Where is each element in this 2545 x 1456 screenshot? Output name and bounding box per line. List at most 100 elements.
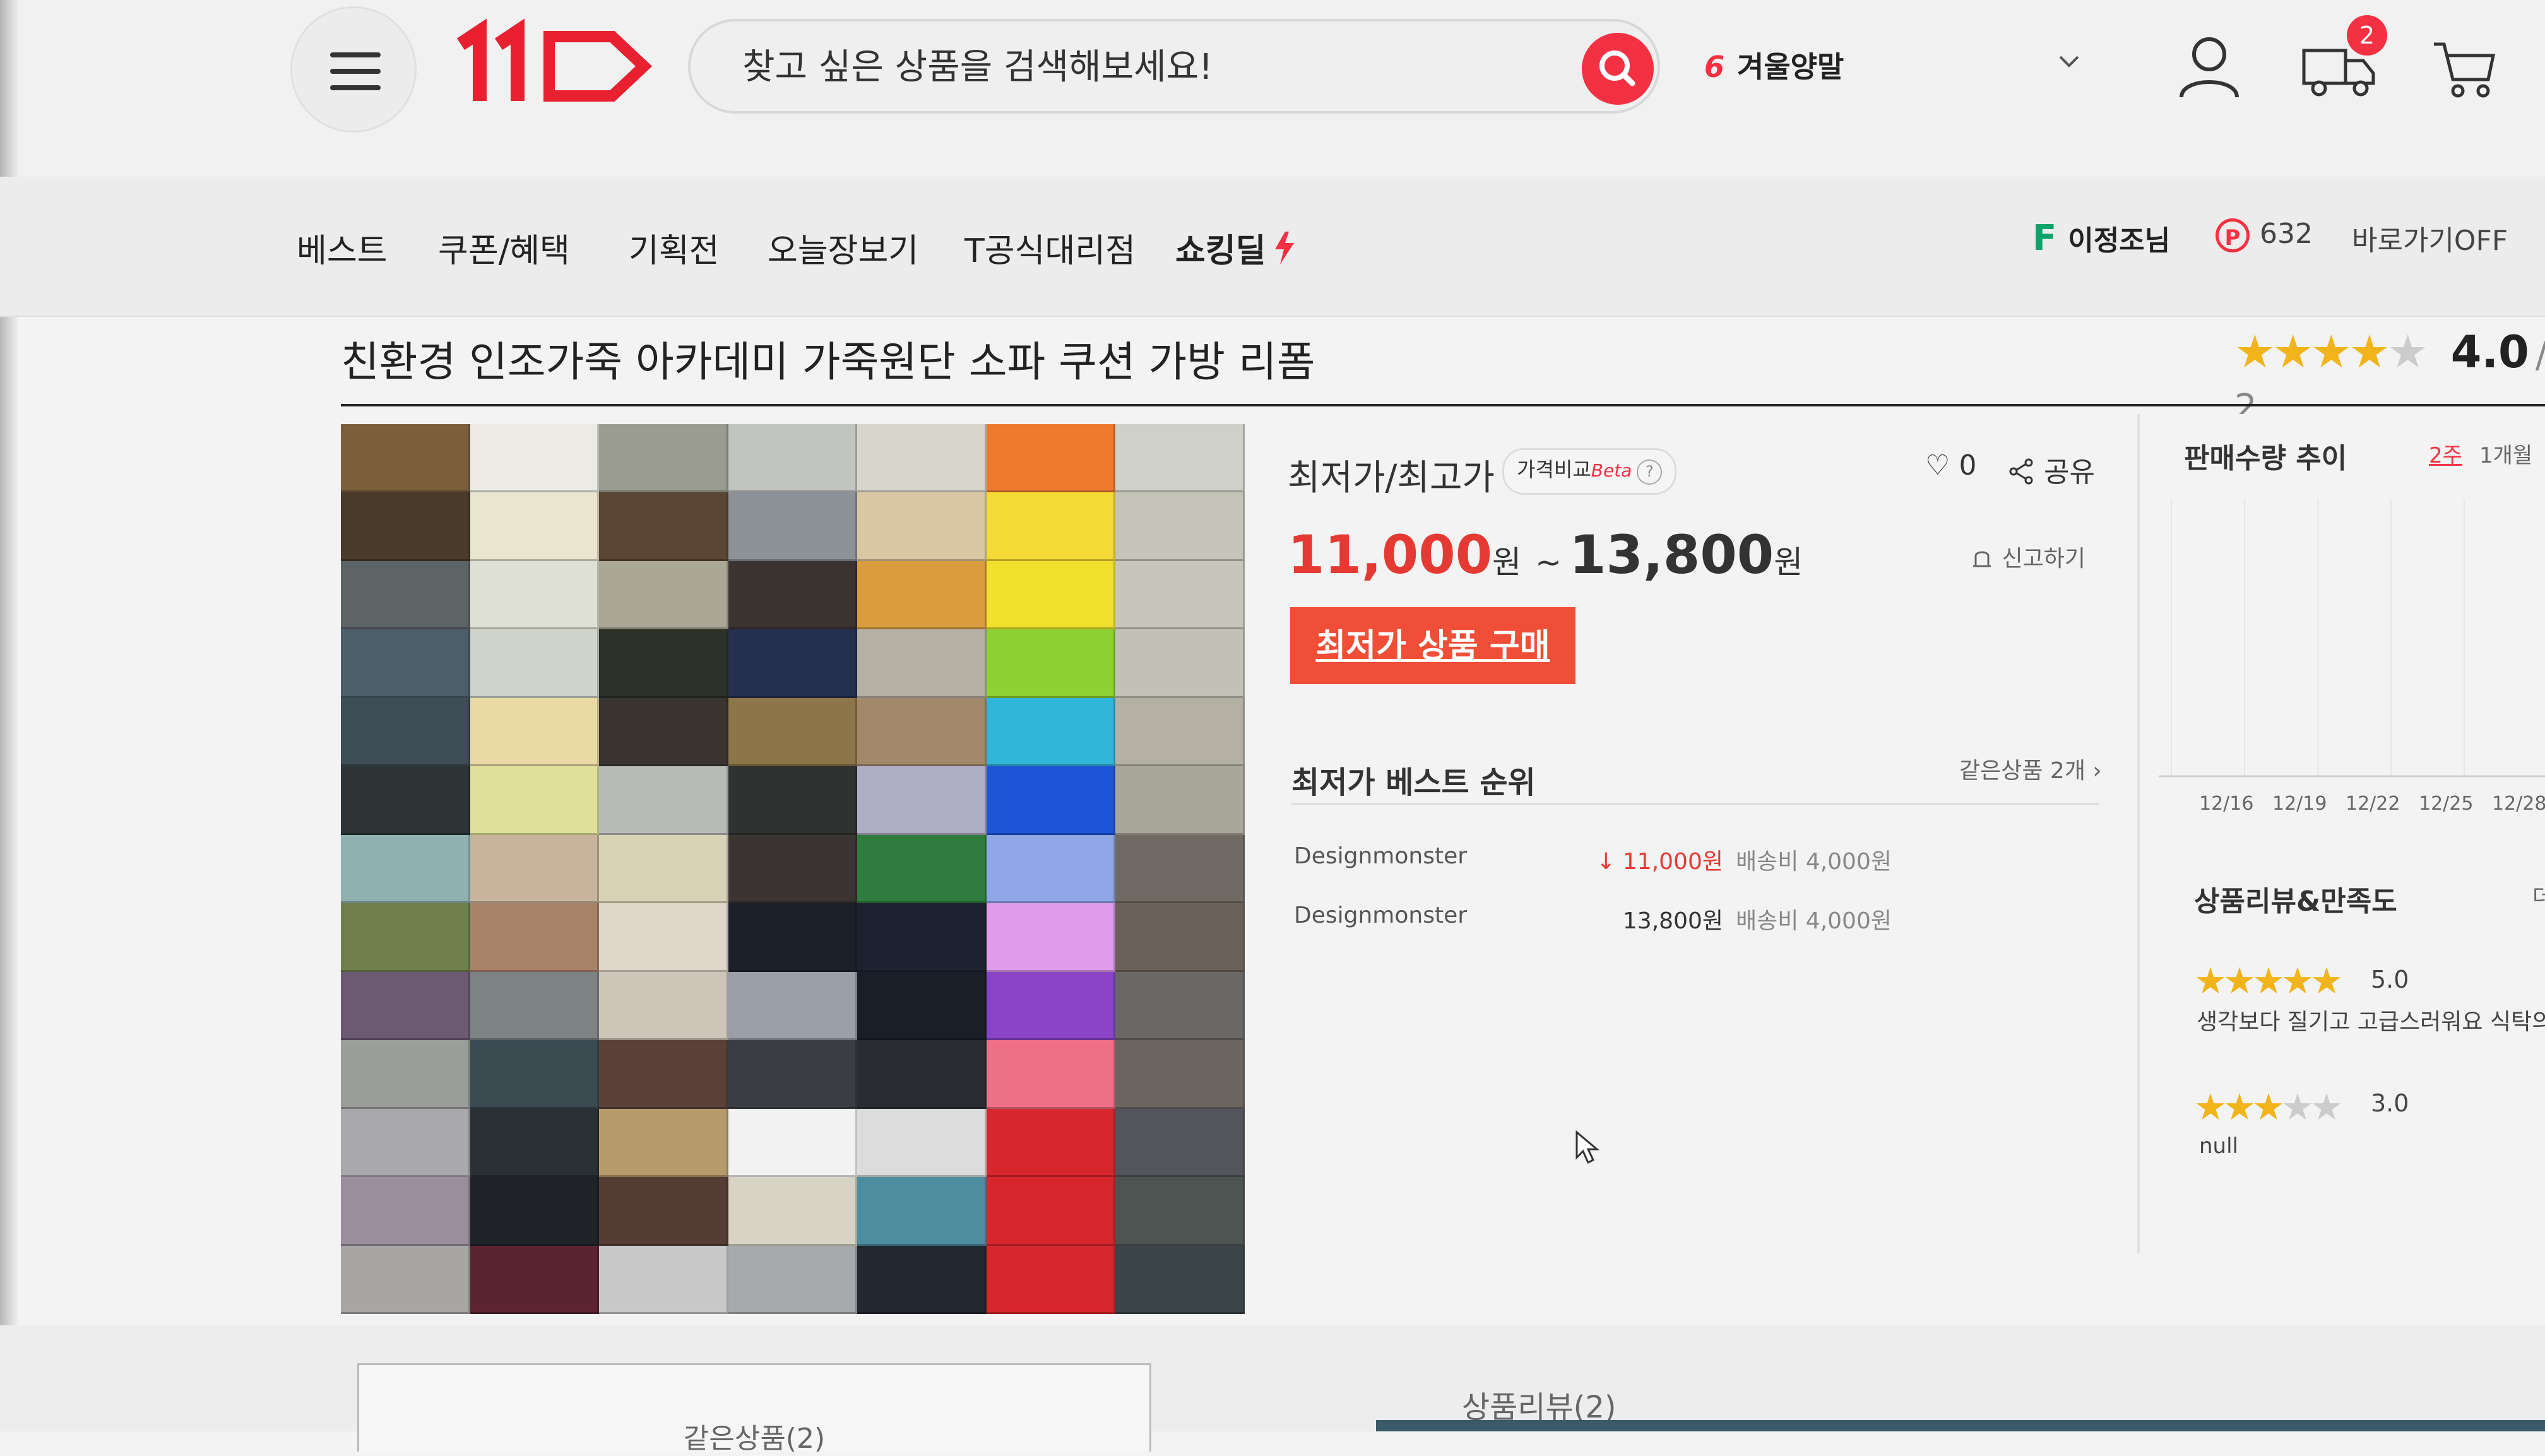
leather-swatch <box>1115 971 1245 1041</box>
product-image[interactable] <box>341 424 1245 1315</box>
leather-swatch <box>857 1177 987 1246</box>
swatch-column <box>986 424 1116 1315</box>
seller-price: ↓ 11,000원 <box>1596 849 1723 875</box>
leather-swatch <box>986 1245 1116 1315</box>
leather-swatch <box>857 1040 987 1109</box>
leather-swatch <box>599 629 728 698</box>
period-2-weeks[interactable]: 2주 <box>2429 438 2462 469</box>
currency-won: 원 <box>1492 544 1522 581</box>
leather-swatch <box>470 492 600 561</box>
nav-shocking-deal[interactable]: 쇼킹딜 <box>1175 224 1302 271</box>
leather-swatch <box>986 834 1116 904</box>
leather-swatch <box>728 971 858 1041</box>
f-grade-icon: F <box>2032 218 2057 259</box>
leather-swatch <box>728 424 858 493</box>
review-more-link[interactable]: 더 <box>2532 880 2545 911</box>
leather-swatch <box>341 766 470 835</box>
leather-swatch <box>728 766 858 835</box>
leather-swatch <box>341 971 470 1041</box>
mouse-cursor-icon <box>1575 1130 1600 1164</box>
beta-label: Beta <box>1591 460 1632 481</box>
leather-swatch <box>986 1108 1116 1178</box>
chart-date-label: 12/16 <box>2199 793 2254 815</box>
same-products-link[interactable]: 같은상품 2개 › <box>1959 752 2102 785</box>
menu-button[interactable] <box>290 6 417 133</box>
report-label: 신고하기 <box>2002 546 2085 572</box>
leather-swatch <box>599 697 728 767</box>
trending-keyword[interactable]: 6 겨울양말 <box>1704 44 1844 86</box>
nav-best[interactable]: 베스트 <box>297 224 388 271</box>
leather-swatch <box>1115 834 1245 904</box>
nav-coupon[interactable]: 쿠폰/혜택 <box>438 224 570 271</box>
report-button[interactable]: 신고하기 <box>1969 540 2085 573</box>
help-icon[interactable]: ? <box>1637 459 1663 485</box>
leather-swatch <box>857 766 987 835</box>
chart-date-label: 12/22 <box>2346 793 2400 815</box>
swatch-column <box>1115 424 1245 1315</box>
leather-swatch <box>728 903 858 972</box>
leather-swatch <box>341 834 470 904</box>
leather-swatch <box>857 560 987 630</box>
leather-swatch <box>986 424 1116 493</box>
share-button[interactable]: 공유 <box>2007 449 2095 490</box>
leather-swatch <box>341 697 470 767</box>
price-compare-badge[interactable]: 가격비교Beta? <box>1502 448 1677 495</box>
tab-same-products[interactable]: 같은상품(2) <box>357 1363 1151 1455</box>
like-button[interactable]: ♡ 0 <box>1925 449 1976 482</box>
price-compare-label: 가격비교 <box>1517 458 1591 482</box>
buy-lowest-price-button[interactable]: 최저가 상품 구매 <box>1290 607 1575 684</box>
leather-swatch <box>599 492 728 561</box>
best-ranking-divider <box>1291 803 2099 805</box>
cart-icon[interactable] <box>2430 35 2500 105</box>
leather-swatch <box>599 1040 728 1109</box>
product-title: 친환경 인조가죽 아카데미 가죽원단 소파 쿠션 가방 리폼 <box>341 338 1315 386</box>
nav-t-store[interactable]: T공식대리점 <box>964 224 1136 271</box>
user-icon[interactable] <box>2171 32 2247 101</box>
leather-swatch <box>857 834 987 904</box>
leather-swatch <box>1115 1108 1245 1178</box>
review-text[interactable]: 생각보다 질기고 고급스러워요 식탁의자 <box>2197 1003 2545 1036</box>
leather-swatch <box>470 766 600 835</box>
swatch-column <box>341 424 470 1315</box>
leather-swatch <box>1115 1245 1245 1315</box>
leather-swatch <box>986 560 1116 630</box>
review-text[interactable]: null <box>2199 1133 2238 1159</box>
leather-swatch <box>470 1177 600 1246</box>
leather-swatch <box>728 697 858 767</box>
user-name: 이정조님 <box>2068 225 2171 257</box>
seller-row[interactable]: Designmonster ↓ 11,000원 배송비 4,000원 <box>1294 843 2096 894</box>
leather-swatch <box>341 1177 470 1246</box>
leather-swatch <box>1115 492 1245 561</box>
seller-row[interactable]: Designmonster 13,800원 배송비 4,000원 <box>1294 903 2096 953</box>
shortcut-toggle[interactable]: 바로가기OFF <box>2352 218 2508 258</box>
review-stars: ★★★★★ <box>2194 959 2343 1002</box>
leather-swatch <box>728 492 858 561</box>
leather-swatch <box>986 492 1116 561</box>
chevron-down-icon[interactable] <box>2056 52 2082 71</box>
site-logo[interactable] <box>454 19 656 114</box>
swatch-column <box>599 424 728 1315</box>
leather-swatch <box>857 492 987 561</box>
search-button[interactable] <box>1582 33 1654 105</box>
delivery-count-badge: 2 <box>2347 15 2387 56</box>
user-greeting[interactable]: F 이정조님 <box>2032 218 2170 259</box>
seller-name[interactable]: Designmonster <box>1294 843 1467 869</box>
leather-swatch <box>986 766 1116 835</box>
points-value: 632 <box>2260 218 2313 250</box>
leather-swatch <box>728 560 858 630</box>
price-range: 11,000원 ~13,800원 <box>1288 524 1809 586</box>
nav-exhibition[interactable]: 기획전 <box>629 224 720 271</box>
nav-grocery[interactable]: 오늘장보기 <box>768 224 918 271</box>
search-input[interactable] <box>741 21 1564 112</box>
chart-date-label: 12/19 <box>2272 793 2327 815</box>
leather-swatch <box>470 1040 600 1109</box>
points[interactable]: P 632 <box>2216 218 2313 252</box>
period-1-month[interactable]: 1개월 <box>2479 438 2532 469</box>
leather-swatch <box>341 1040 470 1109</box>
leather-swatch <box>599 971 728 1041</box>
leather-swatch <box>857 697 987 767</box>
seller-name[interactable]: Designmonster <box>1294 903 1467 928</box>
leather-swatch <box>1115 1177 1245 1246</box>
currency-won: 원 <box>1774 544 1803 581</box>
leather-swatch <box>599 903 728 972</box>
